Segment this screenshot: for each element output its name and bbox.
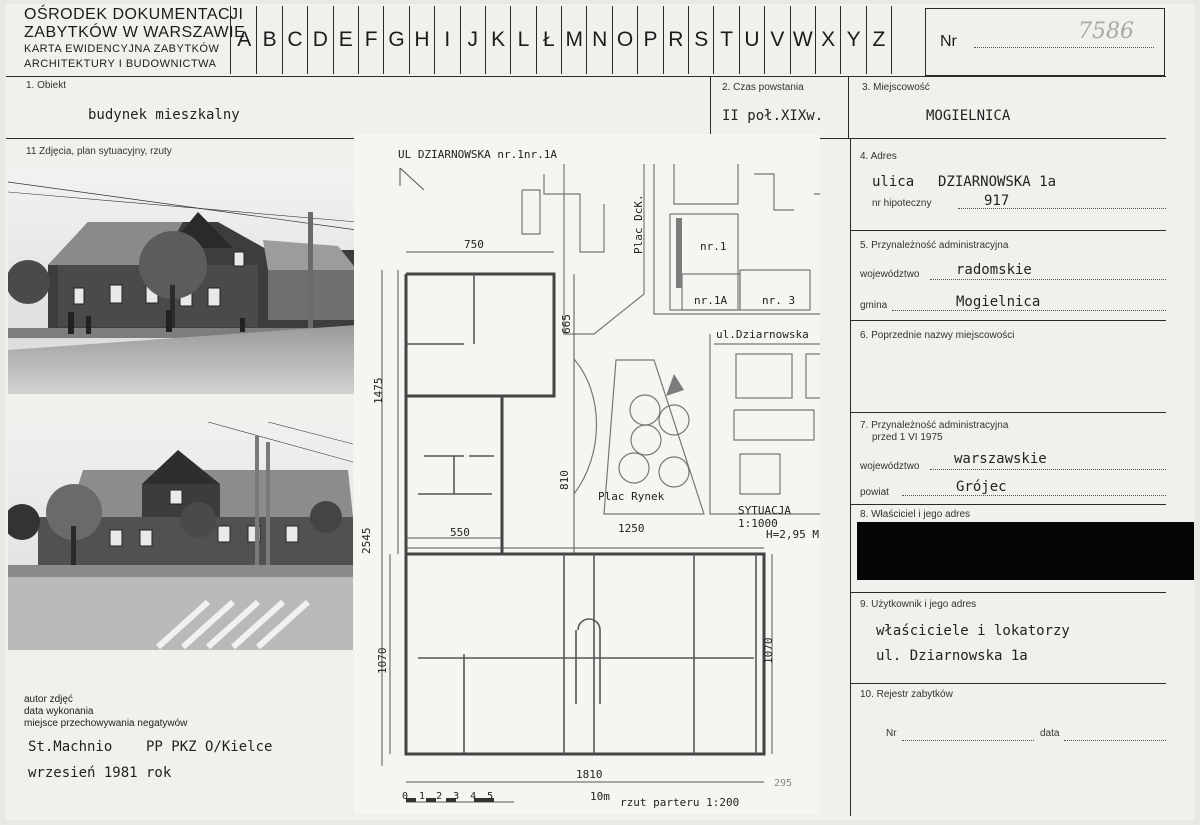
field-obiekt-label: 1. Obiekt: [26, 80, 67, 91]
alphabet-letter: S: [689, 6, 715, 74]
photo-meta-label-3: miejsce przechowywania negatywów: [24, 718, 188, 729]
alphabet-letter: H: [410, 6, 436, 74]
plan-nr3: nr. 3: [762, 294, 796, 307]
plan-dim-810: 810: [558, 470, 571, 490]
photo-2: [8, 422, 353, 650]
site-and-floor-plan: UL DZIARNOWSKA nr.1nr.1A Plac DcK. nr.1 …: [354, 134, 820, 814]
field-1975-woj-label: województwo: [860, 461, 920, 472]
field-obiekt-value: budynek mieszkalny: [88, 107, 240, 123]
field-adres-prefix: ulica: [872, 174, 915, 190]
alphabet-letter: K: [486, 6, 512, 74]
institution-line-4: ARCHITEKTURY I BUDOWNICTWA: [24, 58, 217, 70]
alphabet-letter: Z: [867, 6, 893, 74]
plan-dim-1475: 1475: [372, 377, 385, 405]
field-gmina-value: Mogielnica: [956, 294, 1041, 310]
field-rejestr-nr-label: Nr: [886, 728, 897, 739]
alphabet-letter: T: [714, 6, 740, 74]
alphabet-letter: D: [308, 6, 334, 74]
alphabet-letter: A: [232, 6, 258, 74]
plan-dim-750: 750: [464, 238, 484, 251]
plan-dim-2545: 2545: [360, 527, 373, 555]
photo-author: St.Machnio: [28, 739, 113, 755]
field-powiat-label: powiat: [860, 487, 889, 498]
plan-dim-1250: 1250: [618, 522, 645, 535]
field-miejscowosc-label: 3. Miejscowość: [862, 82, 930, 93]
field-uzytkownik-line2: ul. Dziarnowska 1a: [876, 648, 1028, 664]
plan-scale-end: 10m: [590, 790, 610, 803]
alphabet-letter: C: [283, 6, 309, 74]
field-adres-label: 4. Adres: [860, 151, 897, 162]
field-adres-ulica: DZIARNOWSKA 1a: [938, 174, 1057, 190]
field-1975-label2: przed 1 VI 1975: [872, 432, 943, 443]
plan-plac-rynek: Plac Rynek: [598, 490, 665, 503]
alphabet-letter: R: [664, 6, 690, 74]
photo-meta-label-1: autor zdjęć: [24, 694, 73, 705]
plan-rzut: rzut parteru 1:200: [620, 796, 740, 809]
plan-dim-295: 295: [774, 778, 793, 789]
field-przynaleznosc-label: 5. Przynależność administracyjna: [860, 240, 1009, 251]
number-label: Nr: [940, 33, 957, 50]
plan-scale-ticks: 01 23 45: [402, 791, 494, 802]
field-miejscowosc-value: MOGIELNICA: [926, 108, 1011, 124]
photo-storage: PP PKZ O/Kielce: [146, 739, 273, 755]
plan-street-top: UL DZIARNOWSKA nr.1nr.1A: [398, 148, 557, 161]
alphabet-letter: N: [587, 6, 613, 74]
number-value: 7586: [1078, 19, 1134, 44]
photo-meta-label-2: data wykonania: [24, 706, 94, 717]
field-rejestr-label: 10. Rejestr zabytków: [860, 689, 953, 700]
field-powiat-value: Grójec: [956, 479, 1007, 495]
alphabet-letter: Ł: [537, 6, 563, 74]
field-uzytkownik-line1: właściciele i lokatorzy: [876, 623, 1070, 639]
field-woj-label: województwo: [860, 269, 920, 280]
alphabet-letter: X: [816, 6, 842, 74]
alphabet-letter: J: [461, 6, 486, 74]
alphabet-letter: O: [613, 6, 639, 74]
institution-line-3: KARTA EWIDENCYJNA ZABYTKÓW: [24, 43, 220, 55]
plan-nr1: nr.1: [700, 240, 727, 253]
alphabet-letter: B: [257, 6, 283, 74]
field-czas-label: 2. Czas powstania: [722, 82, 804, 93]
field-hipoteczny-value: 917: [984, 193, 1010, 209]
field-czas-value: II poł.XIXw.: [722, 108, 824, 124]
alphabet-letter: M: [562, 6, 588, 74]
field-1975-label: 7. Przynależność administracyjna: [860, 420, 1009, 431]
redaction-block: [857, 522, 1194, 580]
photo-1: [8, 170, 357, 394]
alphabet-letter: I: [435, 6, 461, 74]
field-gmina-label: gmina: [860, 300, 888, 311]
alphabet-letter: V: [765, 6, 791, 74]
plan-dim-550: 550: [450, 526, 470, 539]
institution-line-2: ZABYTKÓW W WARSZAWIE: [24, 24, 246, 41]
field-hipoteczny-label: nr hipoteczny: [872, 198, 932, 209]
alphabet-index: ABCDEFGHIJKLŁMNOPRSTUVWXYZ: [232, 6, 893, 74]
alphabet-letter: Y: [841, 6, 867, 74]
alphabet-letter: W: [791, 6, 816, 74]
plan-dim-1070-right: 1070: [762, 637, 775, 665]
plan-plac-dck: Plac DcK.: [632, 194, 645, 254]
plan-sytuacja: SYTUACJA 1:1000: [738, 504, 791, 530]
plan-dim-1810: 1810: [576, 768, 603, 781]
number-box: Nr 7586: [925, 8, 1165, 76]
alphabet-letter: G: [384, 6, 410, 74]
plan-nr1a: nr.1A: [694, 294, 728, 307]
alphabet-letter: U: [740, 6, 766, 74]
field-woj-value: radomskie: [956, 262, 1032, 278]
alphabet-letter: P: [638, 6, 664, 74]
field-wlasciciel-label: 8. Właściciel i jego adres: [860, 509, 971, 520]
field-zdjecia-label: 11 Zdjęcia, plan sytuacyjny, rzuty: [26, 146, 172, 157]
alphabet-letter: E: [334, 6, 359, 74]
alphabet-letter: F: [359, 6, 385, 74]
alphabet-letter: L: [511, 6, 537, 74]
institution-line-1: OŚRODEK DOKUMENTACJI: [24, 6, 244, 23]
plan-ul-dziarnowska: ul.Dziarnowska: [716, 328, 809, 341]
photo-date: wrzesień 1981 rok: [28, 765, 172, 781]
plan-dim-665: 665: [560, 314, 573, 334]
plan-height: H=2,95 M: [766, 528, 819, 541]
field-poprzednie-label: 6. Poprzednie nazwy miejscowości: [860, 330, 1015, 341]
field-rejestr-data-label: data: [1040, 728, 1060, 739]
field-uzytkownik-label: 9. Użytkownik i jego adres: [860, 599, 977, 610]
plan-dim-1070-left: 1070: [376, 647, 389, 675]
field-1975-woj-value: warszawskie: [954, 451, 1047, 467]
